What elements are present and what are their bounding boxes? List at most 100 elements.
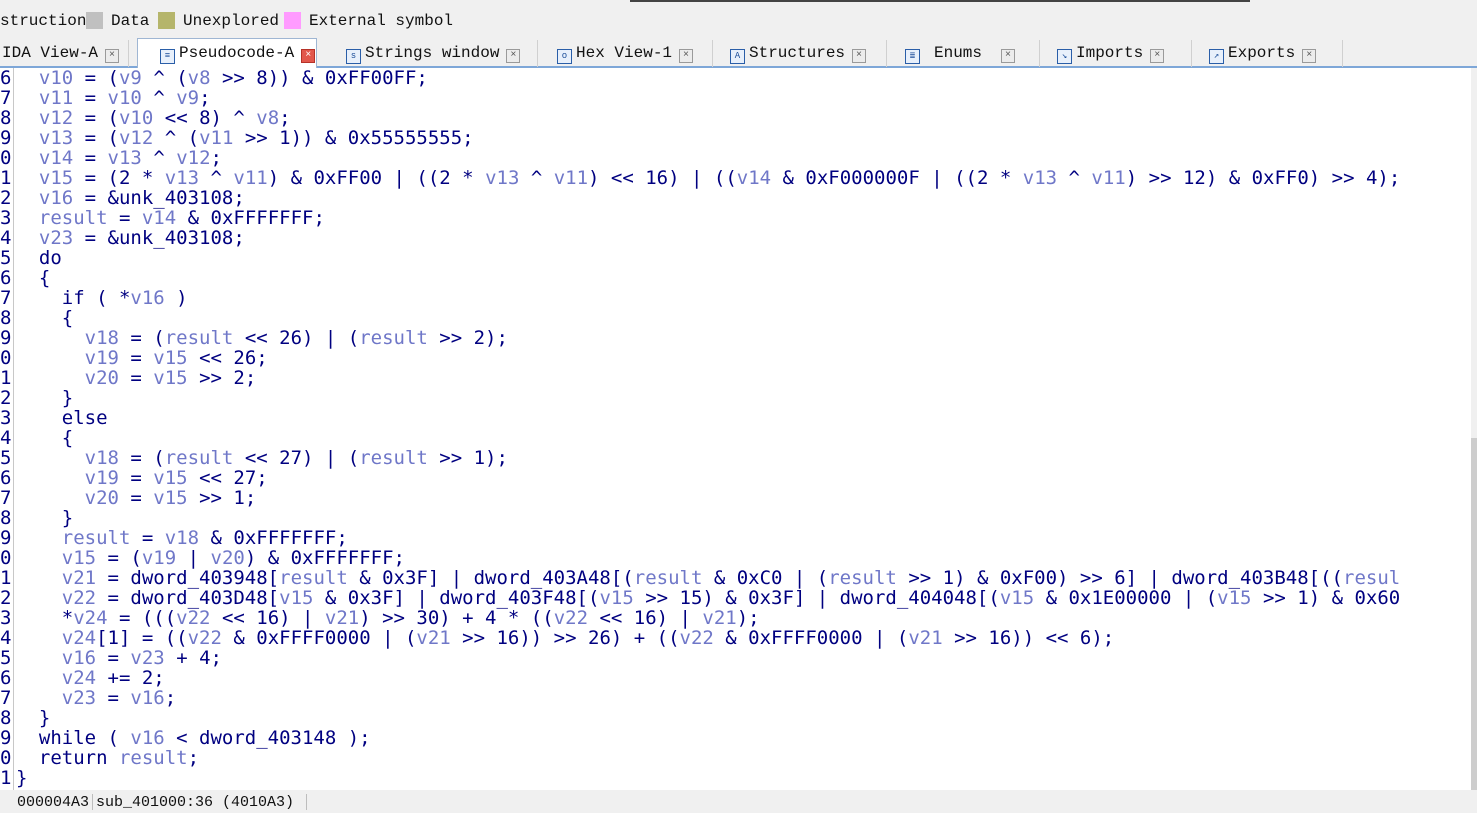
code-identifier[interactable]: v16 <box>130 287 164 309</box>
code-identifier[interactable]: v24 <box>62 667 96 689</box>
code-identifier[interactable]: v23 <box>39 227 73 249</box>
code-identifier[interactable]: v8 <box>256 107 279 129</box>
code-identifier[interactable]: resul <box>1343 567 1400 589</box>
code-identifier[interactable]: v19 <box>85 347 119 369</box>
code-identifier[interactable]: result <box>62 527 131 549</box>
code-identifier[interactable]: v22 <box>62 587 96 609</box>
code-identifier[interactable]: v15 <box>153 367 187 389</box>
code-identifier[interactable]: result <box>359 327 428 349</box>
code-identifier[interactable]: v24 <box>62 627 96 649</box>
tab-enums[interactable]: ≣ Enums × <box>887 40 1040 67</box>
code-identifier[interactable]: v21 <box>908 627 942 649</box>
code-identifier[interactable]: v13 <box>1023 167 1057 189</box>
pseudocode-view[interactable]: 6 v10 = (v9 ^ (v8 >> 8)) & 0xFF00FF; 7 v1… <box>0 68 1471 790</box>
close-icon[interactable]: × <box>1001 49 1016 63</box>
legend-external-symbol-label: External symbol <box>309 12 454 30</box>
code-identifier[interactable]: result <box>634 567 703 589</box>
code-identifier[interactable]: v15 <box>599 587 633 609</box>
code-identifier[interactable]: v15 <box>153 467 187 489</box>
close-icon[interactable]: × <box>1150 49 1165 63</box>
code-identifier[interactable]: v9 <box>119 68 142 89</box>
code-identifier[interactable]: v16 <box>130 727 164 749</box>
code-identifier[interactable]: v15 <box>39 167 73 189</box>
code-identifier[interactable]: v22 <box>188 627 222 649</box>
code-identifier[interactable]: v22 <box>176 607 210 629</box>
close-icon[interactable]: × <box>1302 49 1317 63</box>
code-identifier[interactable]: v12 <box>176 147 210 169</box>
tab-imports[interactable]: ↘ Imports × <box>1040 40 1192 67</box>
code-identifier[interactable]: v15 <box>153 347 187 369</box>
code-identifier[interactable]: result <box>119 747 188 769</box>
code-identifier[interactable]: v20 <box>211 547 245 569</box>
code-identifier[interactable]: v21 <box>416 627 450 649</box>
code-identifier[interactable]: v15 <box>279 587 313 609</box>
code-identifier[interactable]: v18 <box>165 527 199 549</box>
code-identifier[interactable]: v23 <box>62 687 96 709</box>
code-identifier[interactable]: v19 <box>142 547 176 569</box>
code-identifier[interactable]: v14 <box>142 207 176 229</box>
close-icon[interactable]: × <box>679 49 694 63</box>
code-identifier[interactable]: v11 <box>1091 167 1125 189</box>
line-number: 3 <box>0 607 12 629</box>
code-identifier[interactable]: v15 <box>62 547 96 569</box>
code-identifier[interactable]: v10 <box>108 87 142 109</box>
close-icon[interactable]: × <box>301 49 316 63</box>
code-identifier[interactable]: v19 <box>85 467 119 489</box>
code-identifier[interactable]: v18 <box>85 327 119 349</box>
tab-strings-window[interactable]: s Strings window × <box>317 40 538 67</box>
close-icon[interactable]: × <box>506 49 521 63</box>
code-identifier[interactable]: v20 <box>85 367 119 389</box>
code-identifier[interactable]: v16 <box>62 647 96 669</box>
code-token: = &unk_403108; <box>73 187 245 209</box>
code-identifier[interactable]: v10 <box>119 107 153 129</box>
code-identifier[interactable]: v22 <box>554 607 588 629</box>
code-identifier[interactable]: v13 <box>165 167 199 189</box>
status-divider <box>92 794 93 810</box>
code-identifier[interactable]: v23 <box>130 647 164 669</box>
code-identifier[interactable]: v20 <box>85 487 119 509</box>
code-identifier[interactable]: v15 <box>1000 587 1034 609</box>
code-identifier[interactable]: v22 <box>680 627 714 649</box>
code-identifier[interactable]: v14 <box>737 167 771 189</box>
code-identifier[interactable]: v8 <box>188 68 211 89</box>
close-icon[interactable]: × <box>852 49 867 63</box>
tab-structures[interactable]: A Structures × <box>713 40 887 67</box>
code-identifier[interactable]: result <box>165 327 234 349</box>
tab-hex-view-1[interactable]: o Hex View-1 × <box>538 40 713 67</box>
scrollbar-thumb[interactable] <box>1471 438 1477 790</box>
tab-exports[interactable]: ↗ Exports × <box>1192 40 1343 67</box>
code-identifier[interactable]: result <box>359 447 428 469</box>
code-identifier[interactable]: v11 <box>39 87 73 109</box>
code-identifier[interactable]: v13 <box>485 167 519 189</box>
code-identifier[interactable]: v12 <box>119 127 153 149</box>
code-identifier[interactable]: result <box>279 567 348 589</box>
tab-pseudocode-a[interactable]: ≡ Pseudocode-A × <box>137 38 317 68</box>
code-identifier[interactable]: v21 <box>325 607 359 629</box>
code-identifier[interactable]: v16 <box>130 687 164 709</box>
code-identifier[interactable]: v21 <box>702 607 736 629</box>
close-icon[interactable]: × <box>105 49 120 63</box>
code-token: | <box>176 547 211 569</box>
tab-ida-view-a[interactable]: IDA View-A × <box>0 40 129 67</box>
code-identifier[interactable]: v16 <box>39 187 73 209</box>
code-identifier[interactable]: v10 <box>39 68 73 89</box>
code-identifier[interactable]: result <box>165 447 234 469</box>
code-identifier[interactable]: v14 <box>39 147 73 169</box>
code-identifier[interactable]: v9 <box>176 87 199 109</box>
code-identifier[interactable]: v21 <box>62 567 96 589</box>
code-identifier[interactable]: v13 <box>39 127 73 149</box>
code-token: ) >> 12) & 0xFF0) >> 4); <box>1125 167 1401 189</box>
code-identifier[interactable]: v12 <box>39 107 73 129</box>
code-identifier[interactable]: v11 <box>233 167 267 189</box>
code-identifier[interactable]: v24 <box>73 607 107 629</box>
code-identifier[interactable]: v11 <box>199 127 233 149</box>
code-identifier[interactable]: v18 <box>85 447 119 469</box>
code-identifier[interactable]: v11 <box>554 167 588 189</box>
code-identifier[interactable]: v13 <box>108 147 142 169</box>
code-identifier[interactable]: result <box>39 207 108 229</box>
code-identifier[interactable]: result <box>828 567 897 589</box>
code-identifier[interactable]: v15 <box>1217 587 1251 609</box>
code-identifier[interactable]: v15 <box>153 487 187 509</box>
vertical-scrollbar[interactable] <box>1471 68 1477 790</box>
